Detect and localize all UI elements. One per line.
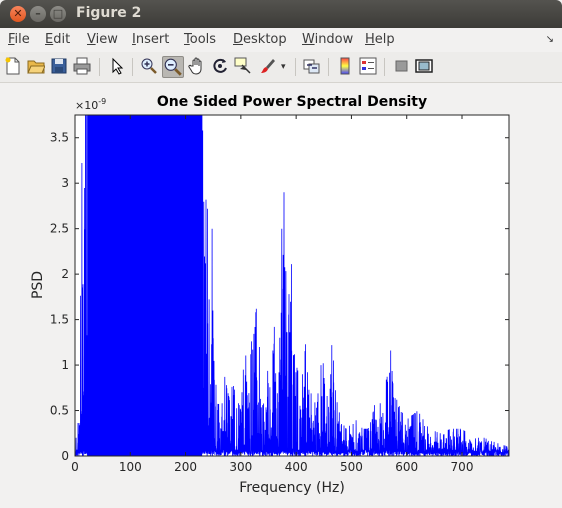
x-tick-label: 500 xyxy=(340,460,363,474)
x-tick-label: 600 xyxy=(395,460,418,474)
toolbar-separator xyxy=(132,58,133,76)
toolbar-separator xyxy=(384,58,385,76)
legend-icon[interactable] xyxy=(359,57,377,75)
menu-desktop[interactable]: Desktop xyxy=(233,32,287,47)
hide-plot-tools-icon[interactable] xyxy=(392,57,410,75)
toolbar-separator xyxy=(328,58,329,76)
y-tick-label: 3 xyxy=(61,176,69,190)
menu-window[interactable]: Window xyxy=(302,32,353,47)
x-tick-label: 200 xyxy=(174,460,197,474)
x-tick-label: 400 xyxy=(285,460,308,474)
y-tick-label: 2 xyxy=(61,267,69,281)
menubar-overflow-arrow-icon[interactable]: ↘ xyxy=(546,34,554,45)
edit-plot-arrow-icon[interactable] xyxy=(108,57,126,75)
toolbar-separator xyxy=(99,58,100,76)
zoom-out-icon[interactable] xyxy=(162,56,184,78)
menu-help[interactable]: Help xyxy=(365,32,395,47)
toolbar-separator xyxy=(295,58,296,76)
open-file-icon[interactable] xyxy=(27,57,45,75)
menu-file[interactable]: File xyxy=(8,32,30,47)
y-tick-label: 1 xyxy=(61,358,69,372)
y-axis-label: PSD xyxy=(30,271,46,299)
menu-tools[interactable]: Tools xyxy=(184,32,216,47)
y-tick-label: 0 xyxy=(61,449,69,463)
colorbar-icon[interactable] xyxy=(336,57,354,75)
y-tick-label: 0.5 xyxy=(50,404,69,418)
y-exponent-label: ×10-9 xyxy=(75,97,106,112)
maximize-window-button[interactable]: □ xyxy=(50,6,66,22)
close-window-button[interactable]: ✕ xyxy=(10,6,26,22)
psd-saturated-band xyxy=(87,115,203,456)
x-tick-label: 300 xyxy=(229,460,252,474)
x-tick-label: 700 xyxy=(451,460,474,474)
menu-insert[interactable]: Insert xyxy=(132,32,169,47)
x-tick-label: 0 xyxy=(71,460,79,474)
show-plot-tools-icon[interactable] xyxy=(415,57,433,75)
title-bar[interactable]: ✕ – □ Figure 2 xyxy=(0,0,562,28)
menu-edit[interactable]: Edit xyxy=(45,32,70,47)
pan-hand-icon[interactable] xyxy=(188,57,206,75)
brush-icon[interactable] xyxy=(259,57,277,75)
chart-title: One Sided Power Spectral Density xyxy=(157,94,427,110)
print-icon[interactable] xyxy=(73,57,91,75)
save-icon[interactable] xyxy=(50,57,68,75)
window-title: Figure 2 xyxy=(76,5,142,21)
x-tick-label: 100 xyxy=(119,460,142,474)
psd-chart[interactable]: One Sided Power Spectral Density Frequen… xyxy=(0,83,562,504)
new-figure-icon[interactable] xyxy=(4,57,22,75)
rotate-3d-icon[interactable] xyxy=(211,57,229,75)
figure-toolbar: ▾ xyxy=(0,52,562,83)
y-tick-label: 1.5 xyxy=(50,313,69,327)
figure-canvas: One Sided Power Spectral Density Frequen… xyxy=(0,83,562,504)
brush-dropdown-arrow-icon[interactable]: ▾ xyxy=(281,62,286,72)
figure-window: ✕ – □ Figure 2 ↘ File Edit View Insert Tools… xyxy=(0,0,562,504)
link-plot-icon[interactable] xyxy=(303,57,321,75)
menu-view[interactable]: View xyxy=(87,32,118,47)
y-tick-label: 3.5 xyxy=(50,131,69,145)
zoom-in-icon[interactable] xyxy=(140,57,158,75)
menu-bar: ↘ File Edit View Insert Tools Desktop Window He… xyxy=(0,28,562,52)
minimize-window-button[interactable]: – xyxy=(30,6,46,22)
data-cursor-icon[interactable] xyxy=(234,57,252,75)
y-tick-label: 2.5 xyxy=(50,222,69,236)
x-axis-label: Frequency (Hz) xyxy=(239,480,345,496)
